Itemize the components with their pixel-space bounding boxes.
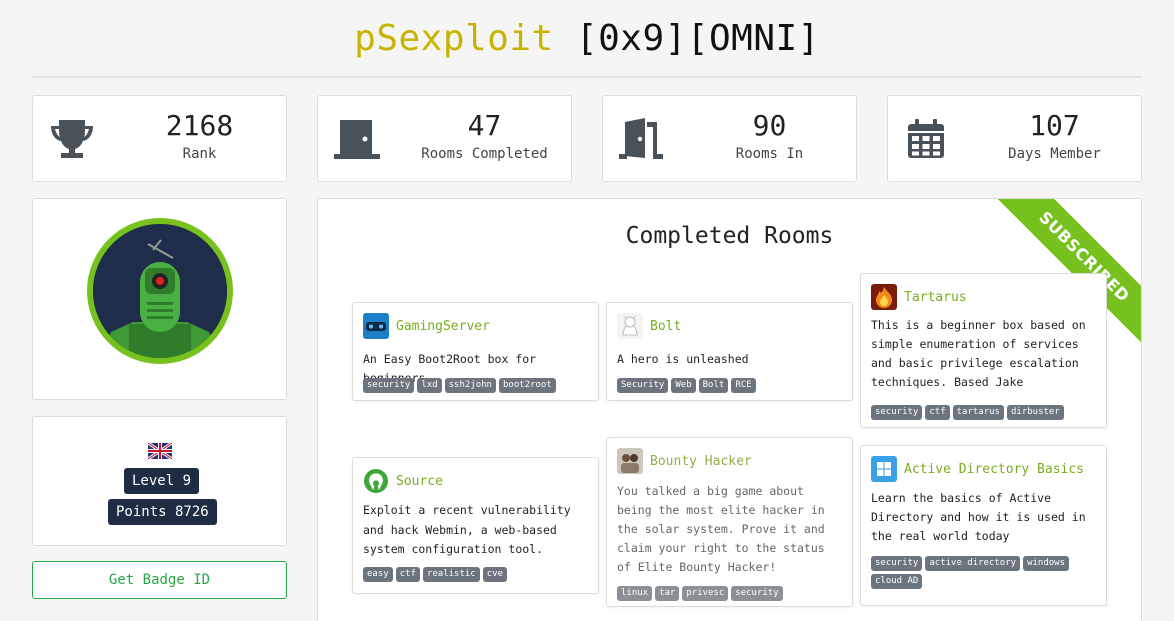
- room-tag: tartarus: [952, 405, 1004, 420]
- room-tag: security: [731, 586, 783, 601]
- avatar: [87, 218, 233, 364]
- username: pSexploit: [354, 18, 554, 59]
- room-description: Exploit a recent vulnerability and hack …: [363, 503, 571, 556]
- room-tag: cve: [482, 567, 507, 582]
- room-tag: tar: [655, 586, 680, 601]
- room-tag: Web: [671, 378, 696, 393]
- door-closed-icon: [332, 116, 382, 162]
- room-tag: security: [363, 378, 415, 393]
- room-tag: lxd: [417, 378, 442, 393]
- bolt-room-icon: [617, 313, 643, 339]
- windows-room-icon: [871, 456, 897, 482]
- level-badge: Level 9: [124, 468, 200, 494]
- room-description: Learn the basics of Active Directory and…: [871, 491, 1086, 543]
- room-tag: RCE: [731, 378, 756, 393]
- page-title: pSexploit [0x9][OMNI]: [32, 0, 1142, 78]
- trophy-icon: [47, 116, 97, 162]
- room-tag: ctf: [395, 567, 420, 582]
- room-tag: Bolt: [698, 378, 729, 393]
- user-tags: [0x9][OMNI]: [575, 18, 820, 59]
- get-badge-id-button[interactable]: Get Badge ID: [32, 561, 287, 599]
- room-tags: easy ctf realistic cve: [363, 567, 592, 582]
- room-tag: security: [871, 405, 923, 420]
- room-description: You talked a big game about being the mo…: [617, 484, 825, 574]
- room-name[interactable]: Source: [396, 474, 443, 489]
- room-tag: active directory: [925, 556, 1021, 571]
- room-tag: Security: [617, 378, 669, 393]
- room-tag: cloud AD: [871, 574, 923, 589]
- rooms-completed-value: 47: [467, 109, 502, 142]
- rooms-completed-label: Rooms Completed: [421, 146, 548, 162]
- rank-label: Rank: [182, 146, 217, 162]
- room-tag: security: [871, 556, 923, 571]
- page-header: pSexploit [0x9][OMNI]: [32, 0, 1142, 78]
- room-name[interactable]: Bolt: [650, 319, 681, 334]
- room-name[interactable]: Bounty Hacker: [650, 454, 752, 469]
- room-tag: linux: [617, 586, 653, 601]
- rooms-in-value: 90: [752, 109, 787, 142]
- calendar-icon: [902, 116, 952, 162]
- gamingserver-room-icon: [363, 313, 389, 339]
- completed-rooms-title: Completed Rooms: [625, 223, 834, 249]
- stat-card-rooms-in: 90 Rooms In: [602, 95, 857, 182]
- room-card-bounty-hacker[interactable]: Bounty Hacker You talked a big game abou…: [606, 437, 853, 607]
- days-member-value: 107: [1029, 109, 1080, 142]
- level-card: Level 9 Points 8726: [32, 416, 287, 546]
- room-description: A hero is unleashed: [617, 352, 749, 366]
- room-tag: ssh2john: [444, 378, 496, 393]
- room-tags: Security Web Bolt RCE: [617, 378, 846, 393]
- avatar-card: [32, 198, 287, 400]
- rank-value: 2168: [165, 109, 234, 142]
- door-open-icon: [617, 116, 667, 162]
- stat-card-rank: 2168 Rank: [32, 95, 287, 182]
- stat-card-days-member: 107 Days Member: [887, 95, 1142, 182]
- room-tag: ctf: [925, 405, 950, 420]
- room-tag: windows: [1023, 556, 1069, 571]
- room-tag: dirbuster: [1006, 405, 1064, 420]
- room-card-source[interactable]: Source Exploit a recent vulnerability an…: [352, 457, 599, 594]
- room-tags: security lxd ssh2john boot2root: [363, 378, 592, 393]
- tartarus-room-icon: [871, 284, 897, 310]
- room-tag: realistic: [422, 567, 480, 582]
- room-tags: security ctf tartarus dirbuster: [871, 405, 1100, 420]
- bounty-hacker-room-icon: [617, 448, 643, 474]
- completed-rooms-panel: Completed Rooms SUBSCRIBED GamingServer …: [317, 198, 1142, 621]
- room-tag: boot2root: [498, 378, 556, 393]
- room-card-tartarus[interactable]: Tartarus This is a beginner box based on…: [860, 273, 1107, 428]
- opensource-room-icon: [363, 468, 389, 494]
- days-member-label: Days Member: [1008, 146, 1101, 162]
- points-badge: Points 8726: [108, 499, 217, 525]
- room-tag: easy: [363, 567, 393, 582]
- stat-card-rooms-completed: 47 Rooms Completed: [317, 95, 572, 182]
- room-name[interactable]: GamingServer: [396, 319, 490, 334]
- uk-flag-icon: [147, 441, 173, 461]
- room-tag: privesc: [682, 586, 729, 601]
- room-tags: security active directory windows cloud …: [871, 556, 1100, 589]
- room-card-active-directory-basics[interactable]: Active Directory Basics Learn the basics…: [860, 445, 1107, 606]
- room-name[interactable]: Active Directory Basics: [904, 462, 1084, 477]
- room-card-gamingserver[interactable]: GamingServer An Easy Boot2Root box for b…: [352, 302, 599, 401]
- rooms-in-label: Rooms In: [735, 146, 804, 162]
- room-tags: linux tar privesc security: [617, 586, 846, 601]
- room-name[interactable]: Tartarus: [904, 290, 967, 305]
- room-card-bolt[interactable]: Bolt A hero is unleashed Security Web Bo…: [606, 302, 853, 401]
- room-description: This is a beginner box based on simple e…: [871, 318, 1086, 389]
